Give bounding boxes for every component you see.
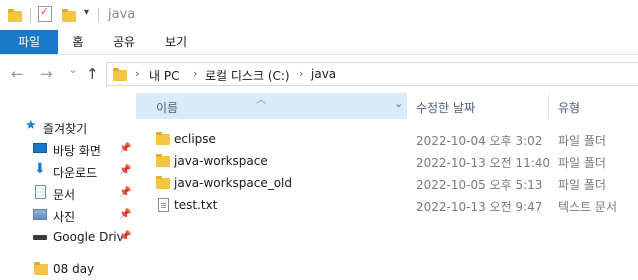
properties-icon[interactable]: ✓ <box>38 5 52 22</box>
folder-icon <box>156 176 170 189</box>
window-title: java <box>108 7 136 22</box>
nav-item-downloads[interactable]: ⬇ 다운로드 📌 <box>0 160 136 182</box>
column-header-name[interactable]: 이름 ︿ ⌄ <box>136 93 406 119</box>
file-type: 파일 폴더 <box>558 156 606 170</box>
file-modified: 2022-10-04 오후 3:02 <box>416 134 543 148</box>
chevron-down-icon[interactable]: ⌄ <box>394 97 403 110</box>
pin-icon[interactable]: 📌 <box>119 209 131 220</box>
folder-icon <box>8 9 22 22</box>
nav-item-google-drive[interactable]: Google Driv 📌 <box>0 226 136 248</box>
documents-icon <box>35 185 46 199</box>
pin-icon[interactable]: 📌 <box>119 165 131 176</box>
folder-icon <box>156 154 170 167</box>
tab-view[interactable]: 보기 <box>158 30 194 54</box>
text-file-icon <box>158 198 169 212</box>
toolbar-divider <box>98 8 99 22</box>
breadcrumb-java[interactable]: java <box>311 67 336 81</box>
breadcrumb-this-pc[interactable]: 내 PC <box>149 67 179 84</box>
download-icon: ⬇ <box>34 161 46 177</box>
pin-icon[interactable]: 📌 <box>119 187 131 198</box>
nav-item-label: 사진 <box>53 210 76 224</box>
tab-home[interactable]: 홈 <box>62 30 94 54</box>
file-name: java-workspace <box>174 154 268 168</box>
file-modified: 2022-10-05 오후 5:13 <box>416 178 543 192</box>
file-type: 파일 폴더 <box>558 178 606 192</box>
nav-item-documents[interactable]: 문서 📌 <box>0 182 136 204</box>
nav-item-label: 바탕 화면 <box>53 144 101 158</box>
ribbon-tabs: 파일 홈 공유 보기 <box>0 30 638 55</box>
back-arrow-icon[interactable]: ← <box>11 65 24 83</box>
forward-arrow-icon[interactable]: → <box>40 65 53 83</box>
column-header-name-label: 이름 <box>156 101 179 115</box>
title-bar: ✓ ▾ java <box>0 0 638 30</box>
file-modified: 2022-10-13 오전 9:47 <box>416 200 543 214</box>
tab-share[interactable]: 공유 <box>106 30 142 54</box>
file-row[interactable]: java-workspace_old 2022-10-05 오후 5:13 파일… <box>136 172 638 194</box>
folder-icon <box>156 132 170 145</box>
pictures-icon <box>33 209 47 220</box>
breadcrumb-separator: › <box>193 67 198 80</box>
folder-icon <box>34 262 48 275</box>
breadcrumb-separator: › <box>135 67 140 80</box>
star-icon: ★ <box>25 118 37 133</box>
breadcrumb-local-disk[interactable]: 로컬 디스크 (C:) <box>205 67 290 84</box>
file-type: 텍스트 문서 <box>558 200 618 214</box>
column-header-row: 이름 ︿ ⌄ 수정한 날짜 유형 <box>136 93 638 119</box>
nav-item-quick-access[interactable]: ★ 즐겨찾기 <box>0 116 136 138</box>
folder-icon <box>113 68 127 81</box>
desktop-icon <box>33 143 47 153</box>
up-arrow-icon[interactable]: ↑ <box>86 65 99 83</box>
address-bar[interactable]: › 내 PC › 로컬 디스크 (C:) › java <box>106 62 638 86</box>
navigation-bar: ← → ⌄ ↑ › 내 PC › 로컬 디스크 (C:) › java <box>0 55 638 93</box>
file-row[interactable]: eclipse 2022-10-04 오후 3:02 파일 폴더 <box>136 128 638 150</box>
sort-ascending-icon: ︿ <box>256 95 266 106</box>
tab-file[interactable]: 파일 <box>0 30 58 54</box>
nav-item-label: Google Driv <box>53 230 124 244</box>
nav-item-label: 문서 <box>53 188 76 202</box>
nav-item-label: 다운로드 <box>53 166 98 180</box>
new-folder-icon[interactable] <box>62 9 76 22</box>
drive-icon <box>33 235 47 240</box>
column-divider[interactable] <box>406 93 407 119</box>
nav-item-desktop[interactable]: 바탕 화면 📌 <box>0 138 136 160</box>
column-divider[interactable] <box>548 93 549 119</box>
file-name: eclipse <box>174 132 216 146</box>
toolbar-divider <box>30 8 31 22</box>
file-type: 파일 폴더 <box>558 134 606 148</box>
breadcrumb-separator: › <box>299 67 304 80</box>
file-row[interactable]: test.txt 2022-10-13 오전 9:47 텍스트 문서 <box>136 194 638 216</box>
quick-access-dropdown-icon[interactable]: ▾ <box>84 7 89 18</box>
file-row[interactable]: java-workspace 2022-10-13 오전 11:40 파일 폴더 <box>136 150 638 172</box>
nav-item-label: 즐겨찾기 <box>43 122 88 136</box>
file-name: test.txt <box>174 198 218 212</box>
navigation-pane: ★ 즐겨찾기 바탕 화면 📌 ⬇ 다운로드 📌 문서 📌 사진 📌 Google… <box>0 93 136 277</box>
file-modified: 2022-10-13 오전 11:40 <box>416 156 551 170</box>
nav-item-label: 08 day <box>53 262 95 276</box>
file-name: java-workspace_old <box>174 176 293 190</box>
pin-icon[interactable]: 📌 <box>119 231 131 242</box>
pin-icon[interactable]: 📌 <box>119 143 131 154</box>
column-header-type[interactable]: 유형 <box>558 99 580 116</box>
recent-locations-icon[interactable]: ⌄ <box>68 62 78 76</box>
column-header-modified[interactable]: 수정한 날짜 <box>416 99 475 116</box>
nav-item-pictures[interactable]: 사진 📌 <box>0 204 136 226</box>
